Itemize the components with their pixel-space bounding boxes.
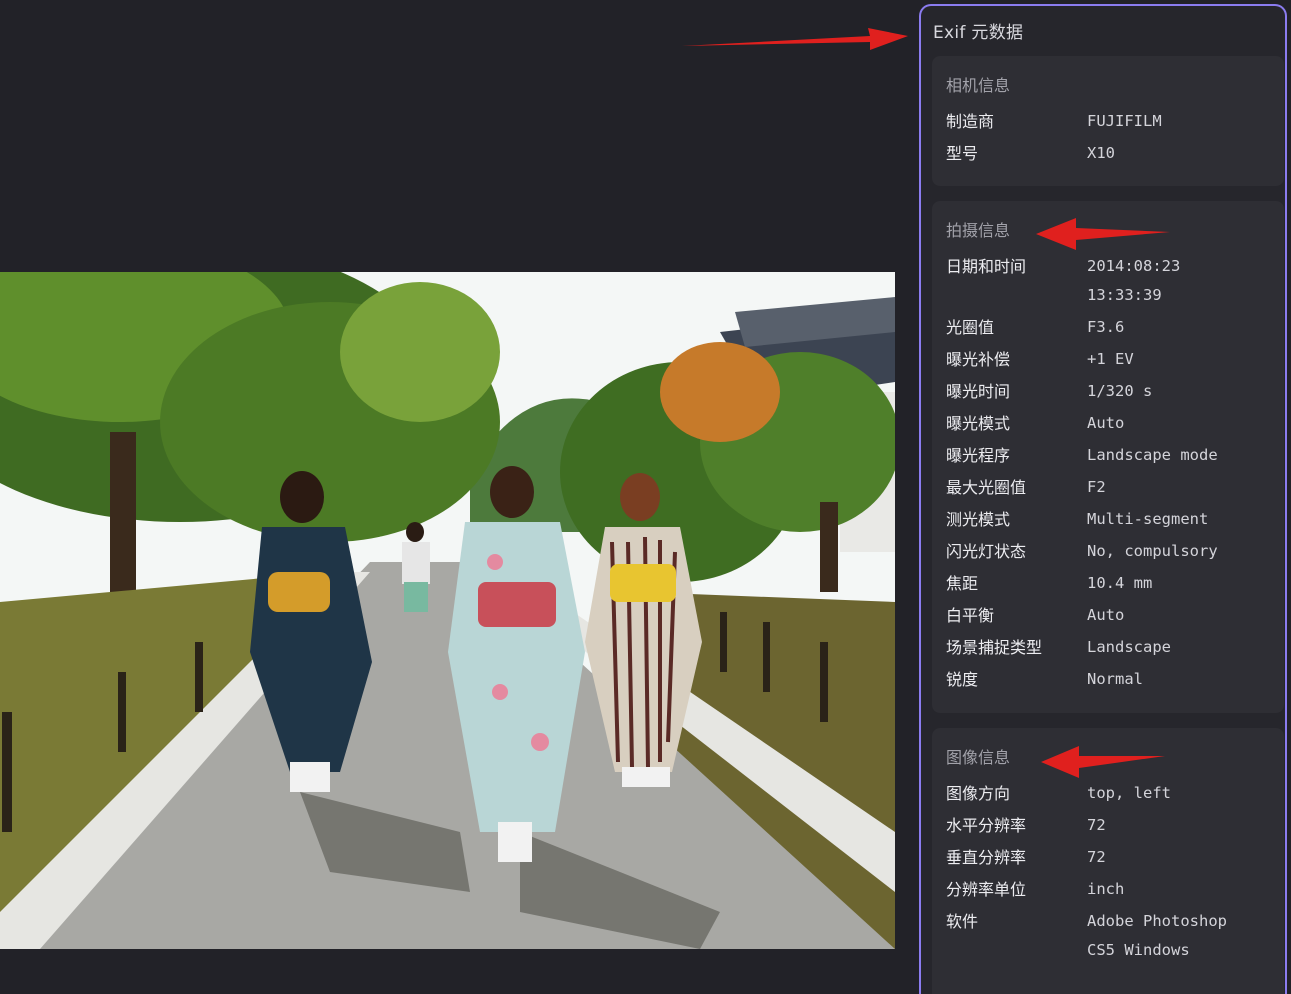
exif-key: 曝光程序 <box>946 446 1011 465</box>
exif-key: 曝光补偿 <box>946 350 1011 369</box>
exif-value: 72 <box>1087 848 1106 866</box>
section-title: 相机信息 <box>946 76 1011 95</box>
exif-key: 水平分辨率 <box>946 816 1027 835</box>
exif-value: 2014:08:23 13:33:39 <box>1087 257 1181 304</box>
section-title: 图像信息 <box>946 748 1011 767</box>
exif-key: 图像方向 <box>946 784 1011 803</box>
exif-key: 闪光灯状态 <box>946 542 1027 561</box>
exif-value: Adobe Photoshop CS5 Windows <box>1087 912 1227 959</box>
photo-preview[interactable] <box>0 272 895 949</box>
exif-value: F3.6 <box>1087 318 1125 336</box>
section-shooting-info: 拍摄信息 日期和时间 2014:08:23 13:33:39 光圈值 F3.6 … <box>932 201 1284 713</box>
annotation-arrow-icon <box>1041 746 1165 778</box>
photo-illustration <box>0 272 895 949</box>
exif-value: Normal <box>1087 670 1143 688</box>
exif-value: Auto <box>1087 414 1125 432</box>
exif-key: 光圈值 <box>946 318 995 337</box>
image-viewer <box>0 0 915 979</box>
exif-key: 测光模式 <box>946 510 1011 529</box>
exif-key: 最大光圈值 <box>946 478 1027 497</box>
exif-panel: Exif 元数据 相机信息 制造商 FUJIFILM 型号 X10 拍摄信息 日… <box>919 4 1287 994</box>
panel-title: Exif 元数据 <box>933 23 1024 43</box>
exif-key: 制造商 <box>946 112 995 131</box>
exif-key: 日期和时间 <box>946 257 1027 276</box>
exif-value: 1/320 s <box>1087 382 1153 400</box>
annotation-arrow-icon <box>1036 218 1170 250</box>
exif-value: FUJIFILM <box>1087 112 1162 130</box>
section-title: 拍摄信息 <box>946 221 1011 240</box>
exif-key: 曝光时间 <box>946 382 1011 401</box>
exif-key: 曝光模式 <box>946 414 1011 433</box>
exif-value: No, compulsory <box>1087 542 1218 560</box>
exif-value: top, left <box>1087 784 1171 802</box>
exif-value: Auto <box>1087 606 1125 624</box>
exif-key: 焦距 <box>946 574 979 593</box>
exif-value: F2 <box>1087 478 1106 496</box>
exif-value: 72 <box>1087 816 1106 834</box>
exif-value: Landscape mode <box>1087 446 1218 464</box>
exif-value: 10.4 mm <box>1087 574 1153 592</box>
section-camera-info: 相机信息 制造商 FUJIFILM 型号 X10 <box>932 56 1284 186</box>
exif-key: 分辨率单位 <box>946 880 1027 899</box>
annotation-arrow-icon <box>682 28 908 50</box>
exif-key: 白平衡 <box>946 606 995 625</box>
exif-key: 锐度 <box>946 670 979 689</box>
exif-value: X10 <box>1087 144 1115 162</box>
exif-value: Multi-segment <box>1087 510 1209 528</box>
exif-key: 型号 <box>946 144 979 163</box>
exif-value: +1 EV <box>1087 350 1134 368</box>
exif-key: 软件 <box>946 912 979 931</box>
exif-key: 场景捕捉类型 <box>946 638 1043 657</box>
exif-key: 垂直分辨率 <box>946 848 1027 867</box>
exif-value: inch <box>1087 880 1125 898</box>
exif-value: Landscape <box>1087 638 1171 656</box>
